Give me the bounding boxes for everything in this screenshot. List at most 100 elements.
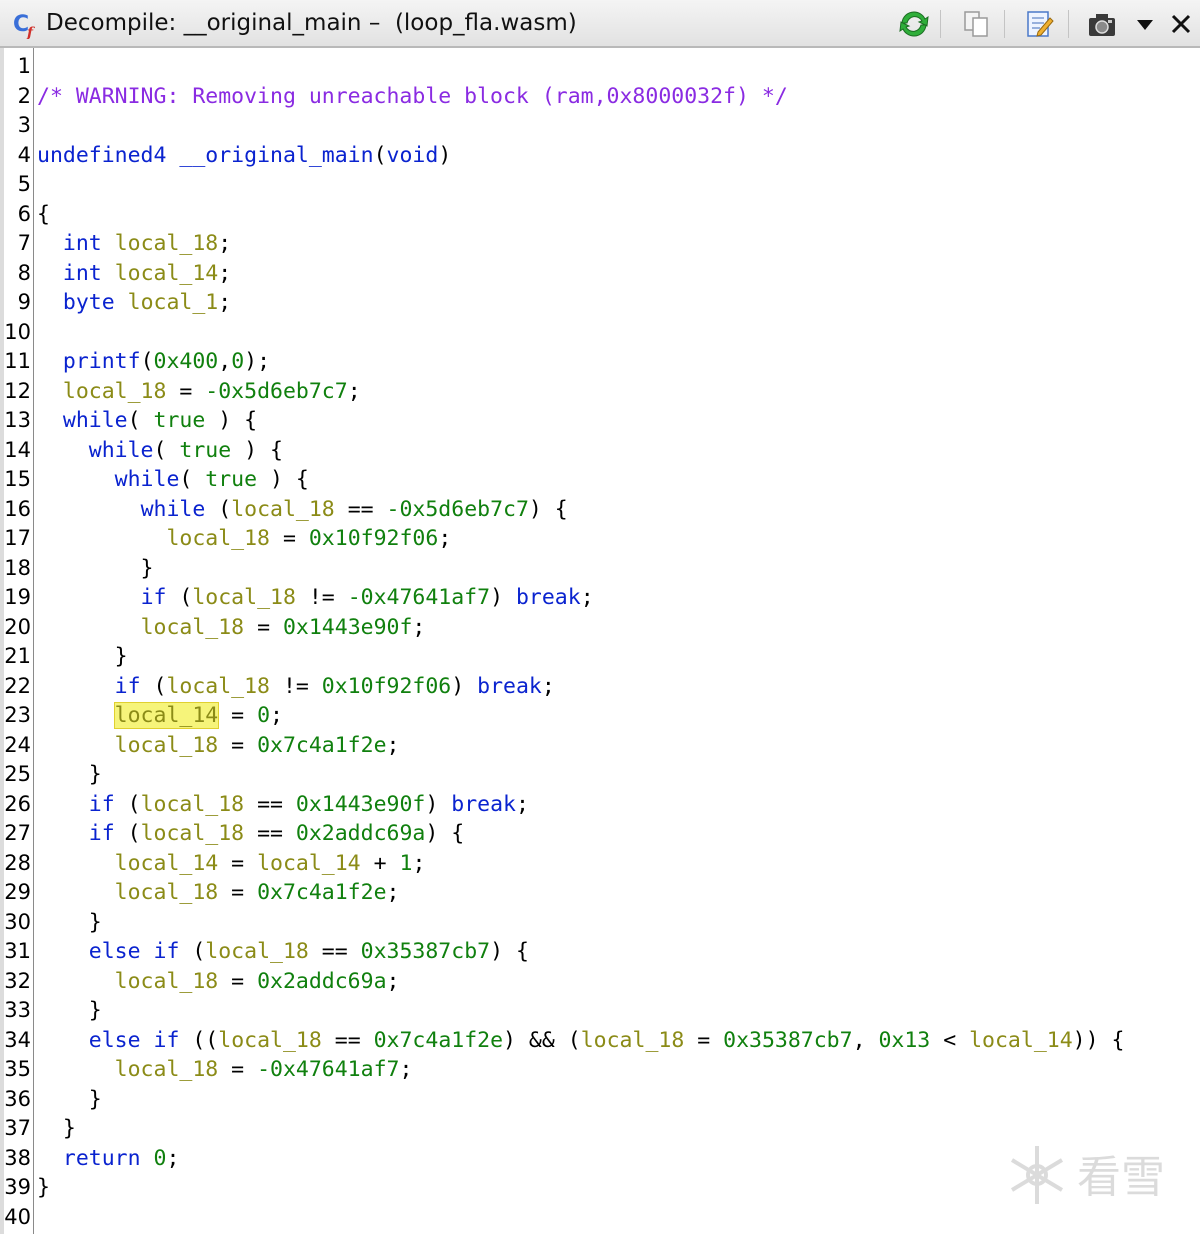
code-text[interactable]: local_18 = 0x10f92f06; <box>37 524 451 554</box>
code-token[interactable]: == <box>309 939 361 964</box>
variable-token[interactable]: local_18 <box>115 1057 219 1082</box>
code-token[interactable]: ; <box>438 526 451 551</box>
code-token[interactable] <box>37 969 115 994</box>
variable-token[interactable]: local_14 <box>115 261 219 286</box>
code-token[interactable] <box>115 290 128 315</box>
highlighted-variable-token[interactable]: local_14 <box>113 702 220 729</box>
code-token[interactable] <box>37 1057 115 1082</box>
code-text[interactable]: local_18 = -0x5d6eb7c7; <box>37 377 361 407</box>
constant-token[interactable]: 0x7c4a1f2e <box>374 1028 503 1053</box>
code-token[interactable]: } <box>37 1175 50 1200</box>
code-token[interactable]: ; <box>218 261 231 286</box>
code-line[interactable]: 13 while( true ) { <box>0 406 1200 436</box>
constant-token[interactable]: 0x2addc69a <box>296 821 425 846</box>
code-text[interactable]: int local_14; <box>37 259 231 289</box>
code-token[interactable]: ; <box>166 1146 179 1171</box>
code-token[interactable] <box>37 526 166 551</box>
code-line[interactable]: 36 } <box>0 1085 1200 1115</box>
code-line[interactable]: 35 local_18 = -0x47641af7; <box>0 1055 1200 1085</box>
function-name-token[interactable]: __original_main <box>179 143 373 168</box>
code-text[interactable]: } <box>37 554 154 584</box>
code-token[interactable] <box>166 143 179 168</box>
keyword-token[interactable]: break <box>516 585 581 610</box>
keyword-token[interactable]: break <box>451 792 516 817</box>
keyword-token[interactable]: break <box>477 674 542 699</box>
code-token[interactable] <box>37 1146 63 1171</box>
code-token[interactable]: ( <box>141 349 154 374</box>
constant-token[interactable]: 0x7c4a1f2e <box>257 733 386 758</box>
code-token[interactable] <box>37 467 115 492</box>
code-token[interactable] <box>37 851 115 876</box>
code-token[interactable]: = <box>218 1057 257 1082</box>
keyword-token[interactable]: undefined4 <box>37 143 166 168</box>
code-token[interactable] <box>37 703 115 728</box>
code-line[interactable]: 10 <box>0 318 1200 348</box>
code-token[interactable]: ) { <box>257 467 309 492</box>
code-token[interactable] <box>37 674 115 699</box>
copy-button[interactable] <box>958 8 994 40</box>
code-token[interactable]: ; <box>399 1057 412 1082</box>
code-text[interactable]: else if (local_18 == 0x35387cb7) { <box>37 937 529 967</box>
function-name-token[interactable]: printf <box>63 349 141 374</box>
code-token[interactable] <box>141 1146 154 1171</box>
keyword-token[interactable]: byte <box>63 290 115 315</box>
code-token[interactable]: ) <box>490 585 516 610</box>
code-token[interactable]: ) { <box>231 438 283 463</box>
code-line[interactable]: 31 else if (local_18 == 0x35387cb7) { <box>0 937 1200 967</box>
code-text[interactable]: while( true ) { <box>37 436 283 466</box>
constant-token[interactable]: 0x400 <box>154 349 219 374</box>
code-token[interactable]: = <box>218 851 257 876</box>
decompiler-code-view[interactable]: 1 2/* WARNING: Removing unreachable block… <box>0 48 1200 1234</box>
code-line[interactable]: 6{ <box>0 200 1200 230</box>
code-token[interactable] <box>37 290 63 315</box>
code-token[interactable]: ( <box>374 143 387 168</box>
keyword-token[interactable]: while <box>141 497 206 522</box>
code-token[interactable]: { <box>37 202 50 227</box>
constant-token[interactable]: -0x47641af7 <box>257 1057 399 1082</box>
code-text[interactable]: printf(0x400,0); <box>37 347 270 377</box>
code-line[interactable]: 1 <box>0 52 1200 82</box>
code-token[interactable] <box>37 497 141 522</box>
snapshot-button[interactable] <box>1084 8 1120 40</box>
code-line[interactable]: 26 if (local_18 == 0x1443e90f) break; <box>0 790 1200 820</box>
constant-token[interactable]: -0x5d6eb7c7 <box>205 379 347 404</box>
code-text[interactable]: return 0; <box>37 1144 180 1174</box>
code-token[interactable]: ( <box>205 497 231 522</box>
code-text[interactable]: } <box>37 1173 50 1203</box>
constant-token[interactable]: -0x47641af7 <box>348 585 490 610</box>
code-token[interactable] <box>37 1028 89 1053</box>
code-line[interactable]: 15 while( true ) { <box>0 465 1200 495</box>
code-token[interactable] <box>37 821 89 846</box>
constant-token[interactable]: 0x1443e90f <box>283 615 412 640</box>
keyword-token[interactable]: else <box>89 939 141 964</box>
variable-token[interactable]: local_18 <box>115 969 219 994</box>
code-line[interactable]: 30 } <box>0 908 1200 938</box>
code-token[interactable]: == <box>322 1028 374 1053</box>
code-token[interactable]: ( <box>115 821 141 846</box>
variable-token[interactable]: local_18 <box>192 585 296 610</box>
code-line[interactable]: 9 byte local_1; <box>0 288 1200 318</box>
code-token[interactable]: + <box>361 851 400 876</box>
code-token[interactable]: ( <box>154 438 180 463</box>
code-line[interactable]: 34 else if ((local_18 == 0x7c4a1f2e) && … <box>0 1026 1200 1056</box>
code-text[interactable]: local_18 = 0x2addc69a; <box>37 967 400 997</box>
code-token[interactable]: ) { <box>205 408 257 433</box>
code-token[interactable]: , <box>218 349 231 374</box>
code-token[interactable]: ( <box>166 585 192 610</box>
code-token[interactable] <box>37 792 89 817</box>
code-text[interactable]: local_14 = 0; <box>37 701 283 731</box>
constant-token[interactable]: true <box>205 467 257 492</box>
code-text[interactable]: local_18 = 0x7c4a1f2e; <box>37 731 400 761</box>
keyword-token[interactable]: while <box>89 438 154 463</box>
code-text[interactable]: local_18 = 0x7c4a1f2e; <box>37 878 400 908</box>
constant-token[interactable]: 0x35387cb7 <box>361 939 490 964</box>
code-token[interactable] <box>37 379 63 404</box>
code-token[interactable] <box>37 585 141 610</box>
code-line[interactable]: 21 } <box>0 642 1200 672</box>
code-text[interactable]: while( true ) { <box>37 465 309 495</box>
code-token[interactable]: ( <box>141 674 167 699</box>
variable-token[interactable]: local_18 <box>115 231 219 256</box>
constant-token[interactable]: -0x5d6eb7c7 <box>387 497 529 522</box>
code-line[interactable]: 8 int local_14; <box>0 259 1200 289</box>
code-token[interactable]: ; <box>218 290 231 315</box>
